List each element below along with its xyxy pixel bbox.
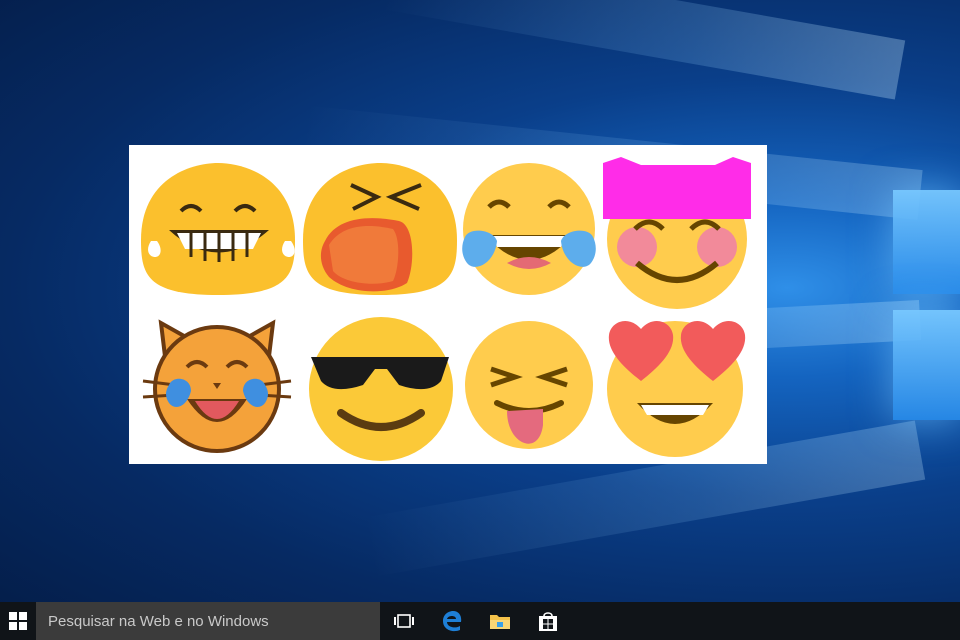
windows-logo-icon <box>9 612 27 630</box>
search-input[interactable]: Pesquisar na Web e no Windows <box>36 602 380 640</box>
search-placeholder: Pesquisar na Web e no Windows <box>48 612 269 630</box>
store-button[interactable] <box>524 602 572 640</box>
grinning-tears-blob-icon <box>141 163 295 295</box>
sunglasses-smile-icon <box>309 317 453 461</box>
taskbar: Pesquisar na Web e no Windows <box>0 602 960 640</box>
file-explorer-button[interactable] <box>476 602 524 640</box>
task-view-icon <box>394 614 414 628</box>
start-button[interactable] <box>0 602 36 640</box>
squinting-tongue-icon <box>465 321 593 449</box>
cat-tears-of-joy-icon <box>142 319 292 453</box>
edge-browser-icon <box>443 611 462 632</box>
tears-of-joy-icon <box>462 163 596 295</box>
edge-browser-button[interactable] <box>428 602 476 640</box>
tired-face-blob-icon <box>303 163 457 295</box>
smiling-pink-hat-icon <box>603 157 751 309</box>
heart-eyes-icon <box>607 321 746 457</box>
emoji-image <box>129 145 767 464</box>
task-view-button[interactable] <box>380 602 428 640</box>
store-icon <box>539 612 557 631</box>
file-explorer-icon <box>490 615 510 629</box>
